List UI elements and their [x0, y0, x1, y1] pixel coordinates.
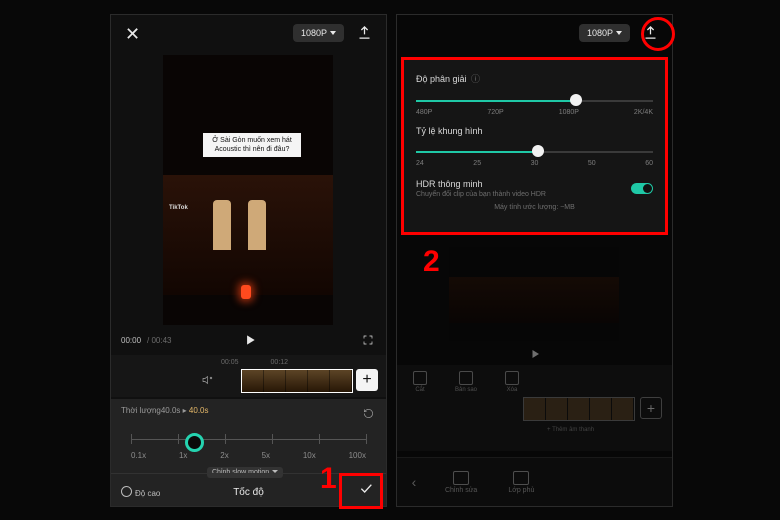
resolution-dropdown[interactable]: 1080P — [293, 24, 344, 42]
resolution-marks: 480P720P1080P2K/4K — [416, 109, 653, 116]
top-bar: 1080P — [397, 15, 672, 53]
preview-figure — [248, 200, 266, 250]
video-caption-overlay: Ở Sài Gòn muốn xem hát Acoustic thì nên … — [203, 133, 301, 157]
confirm-icon[interactable] — [358, 480, 374, 501]
speed-slider[interactable] — [131, 431, 366, 449]
tab-edit[interactable]: Chỉnh sửa — [431, 471, 491, 494]
editor-screen-left: ✕ 1080P Ở Sài Gòn muốn xem hát Acoustic … — [110, 14, 387, 507]
add-clip-button[interactable]: + — [640, 397, 662, 419]
speed-footer: Độ cao Tốc độ — [111, 473, 386, 506]
timeline-ticks: 00:0500:12 — [221, 359, 320, 366]
editor-screen-right: 1080P Độ phân giải ⓘ 480P720P1080P2K/4K … — [396, 14, 673, 507]
framerate-knob[interactable] — [532, 145, 544, 157]
fullscreen-icon[interactable] — [362, 333, 374, 351]
mute-icon[interactable] — [201, 373, 213, 391]
export-icon[interactable] — [357, 25, 372, 40]
tiktok-watermark: TikTok — [169, 205, 188, 211]
clip-thumbnails[interactable] — [241, 369, 353, 393]
tool-delete[interactable]: Xóa — [497, 371, 527, 393]
clip-tools: Cắt Bản sao Xóa — [405, 371, 527, 393]
tool-copy[interactable]: Bản sao — [451, 371, 481, 393]
resolution-knob[interactable] — [570, 94, 582, 106]
video-preview[interactable]: Ở Sài Gòn muốn xem hát Acoustic thì nên … — [163, 55, 333, 325]
bottom-toolbar: ‹ Chỉnh sửa Lớp phủ — [397, 457, 672, 506]
add-audio-hint[interactable]: + Thêm âm thanh — [547, 427, 594, 433]
framerate-slider[interactable] — [416, 142, 653, 162]
size-estimate: Máy tính ước lượng: ~MB — [416, 204, 653, 211]
video-preview-dimmed — [449, 247, 619, 341]
resolution-label: Độ phân giải ⓘ — [416, 72, 653, 85]
export-settings-sheet: Độ phân giải ⓘ 480P720P1080P2K/4K Tỷ lệ … — [401, 57, 668, 235]
framerate-label: Tỷ lệ khung hình — [416, 126, 653, 136]
clip-thumbnails[interactable] — [523, 397, 635, 421]
hdr-toggle[interactable] — [631, 183, 653, 194]
time-duration: / 00:43 — [147, 336, 171, 345]
play-icon[interactable] — [243, 333, 257, 352]
resolution-slider[interactable] — [416, 91, 653, 111]
tool-cut[interactable]: Cắt — [405, 371, 435, 393]
timeline[interactable]: 00:0500:12 + — [111, 355, 386, 397]
speed-marks: 0.1x1x2x5x10x100x — [131, 451, 366, 460]
time-current: 00:00 — [121, 336, 141, 345]
panel-title: Tốc độ — [111, 487, 386, 498]
hdr-description: Chuyển đổi clip của bạn thành video HDR — [416, 191, 546, 198]
duration-readout: Thời lượng40.0s ▸ 40.0s — [121, 406, 209, 415]
close-icon[interactable]: ✕ — [125, 25, 140, 43]
back-icon[interactable]: ‹ — [397, 474, 431, 490]
add-clip-button[interactable]: + — [356, 369, 378, 391]
preview-light — [241, 285, 251, 299]
resolution-dropdown[interactable]: 1080P — [579, 24, 630, 42]
speed-panel: Thời lượng40.0s ▸ 40.0s 0.1x1x2x5x10x100… — [111, 399, 386, 506]
reset-icon[interactable] — [363, 406, 374, 424]
framerate-marks: 2425305060 — [416, 160, 653, 167]
top-bar: ✕ 1080P — [111, 15, 386, 53]
export-icon[interactable] — [643, 25, 658, 40]
timeline-dimmed: Cắt Bản sao Xóa + + Thêm âm thanh — [397, 365, 672, 451]
preview-figure — [213, 200, 231, 250]
tab-overlay[interactable]: Lớp phủ — [491, 471, 551, 494]
play-icon[interactable] — [529, 347, 541, 365]
hdr-label: HDR thông minh — [416, 179, 546, 189]
speed-knob[interactable] — [185, 433, 204, 452]
